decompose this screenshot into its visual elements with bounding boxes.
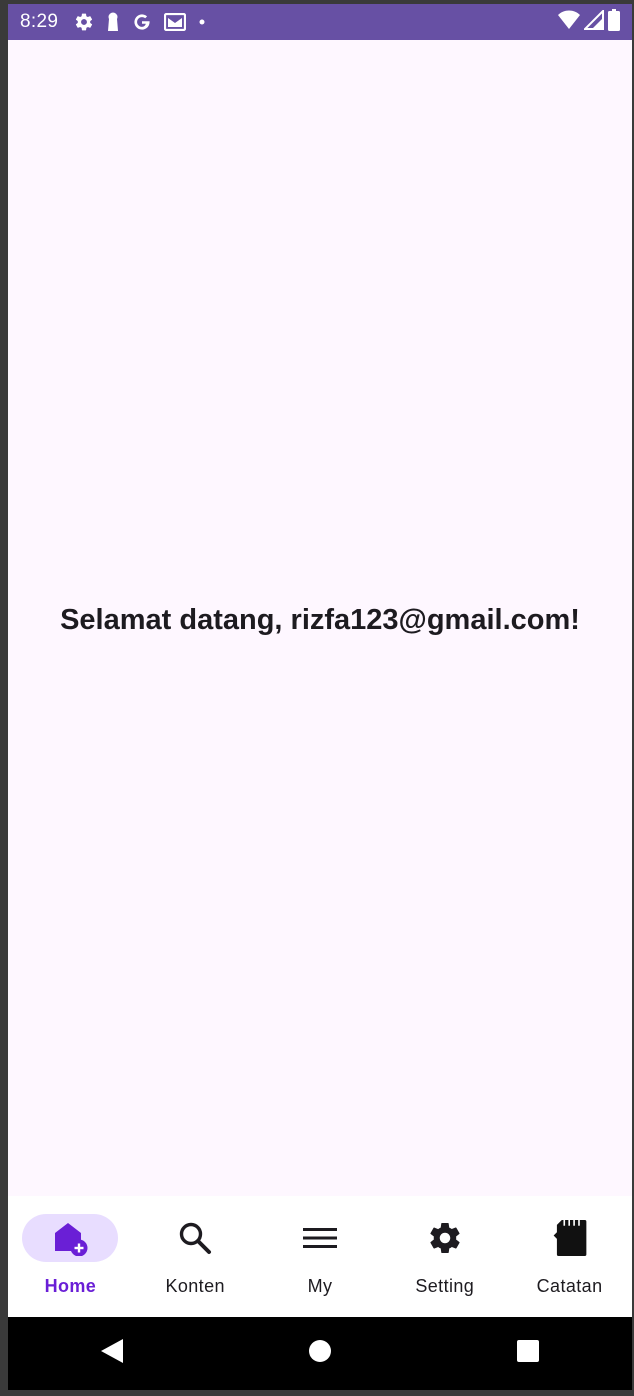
home-circle-icon [308,1339,332,1368]
system-navigation-bar [8,1317,632,1390]
back-button[interactable] [82,1324,142,1384]
wifi-icon [558,10,580,35]
home-button[interactable] [290,1324,350,1384]
gear-icon [427,1220,463,1256]
nav-label-catatan: Catatan [536,1276,603,1296]
google-icon [132,12,152,32]
settings-icon [74,12,94,32]
sd-card-icon [552,1220,588,1256]
main-content: Selamat datang, rizfa123@gmail.com! [8,40,632,1196]
device-screen: 8:29 Selamat datang, rizfa123@gmail.com!… [8,4,632,1390]
nav-item-setting[interactable]: Setting [382,1196,507,1317]
status-notification-icons [74,12,206,32]
nav-item-my[interactable]: My [258,1196,383,1317]
nav-label-my: My [307,1276,333,1296]
home-add-icon [52,1220,88,1256]
nav-item-konten[interactable]: Konten [133,1196,258,1317]
keyhole-icon [106,12,120,32]
nav-label-setting: Setting [415,1276,475,1296]
status-time: 8:29 [20,11,59,32]
nav-item-catatan[interactable]: Catatan [507,1196,632,1317]
bottom-navigation: Home Konten My Setting Catatan [8,1196,632,1317]
welcome-message: Selamat datang, rizfa123@gmail.com! [60,603,580,636]
nav-item-home[interactable]: Home [8,1196,133,1317]
signal-icon [582,8,604,35]
recents-icon [516,1339,540,1368]
search-icon [177,1220,213,1256]
menu-icon [302,1220,338,1256]
gmail-icon [164,13,187,31]
status-bar: 8:29 [8,4,632,40]
dot-icon [198,18,206,26]
recents-button[interactable] [498,1324,558,1384]
battery-icon [608,8,620,36]
status-system-icons [558,8,620,36]
back-icon [99,1337,125,1370]
nav-label-home: Home [44,1276,97,1296]
nav-label-konten: Konten [165,1276,225,1296]
